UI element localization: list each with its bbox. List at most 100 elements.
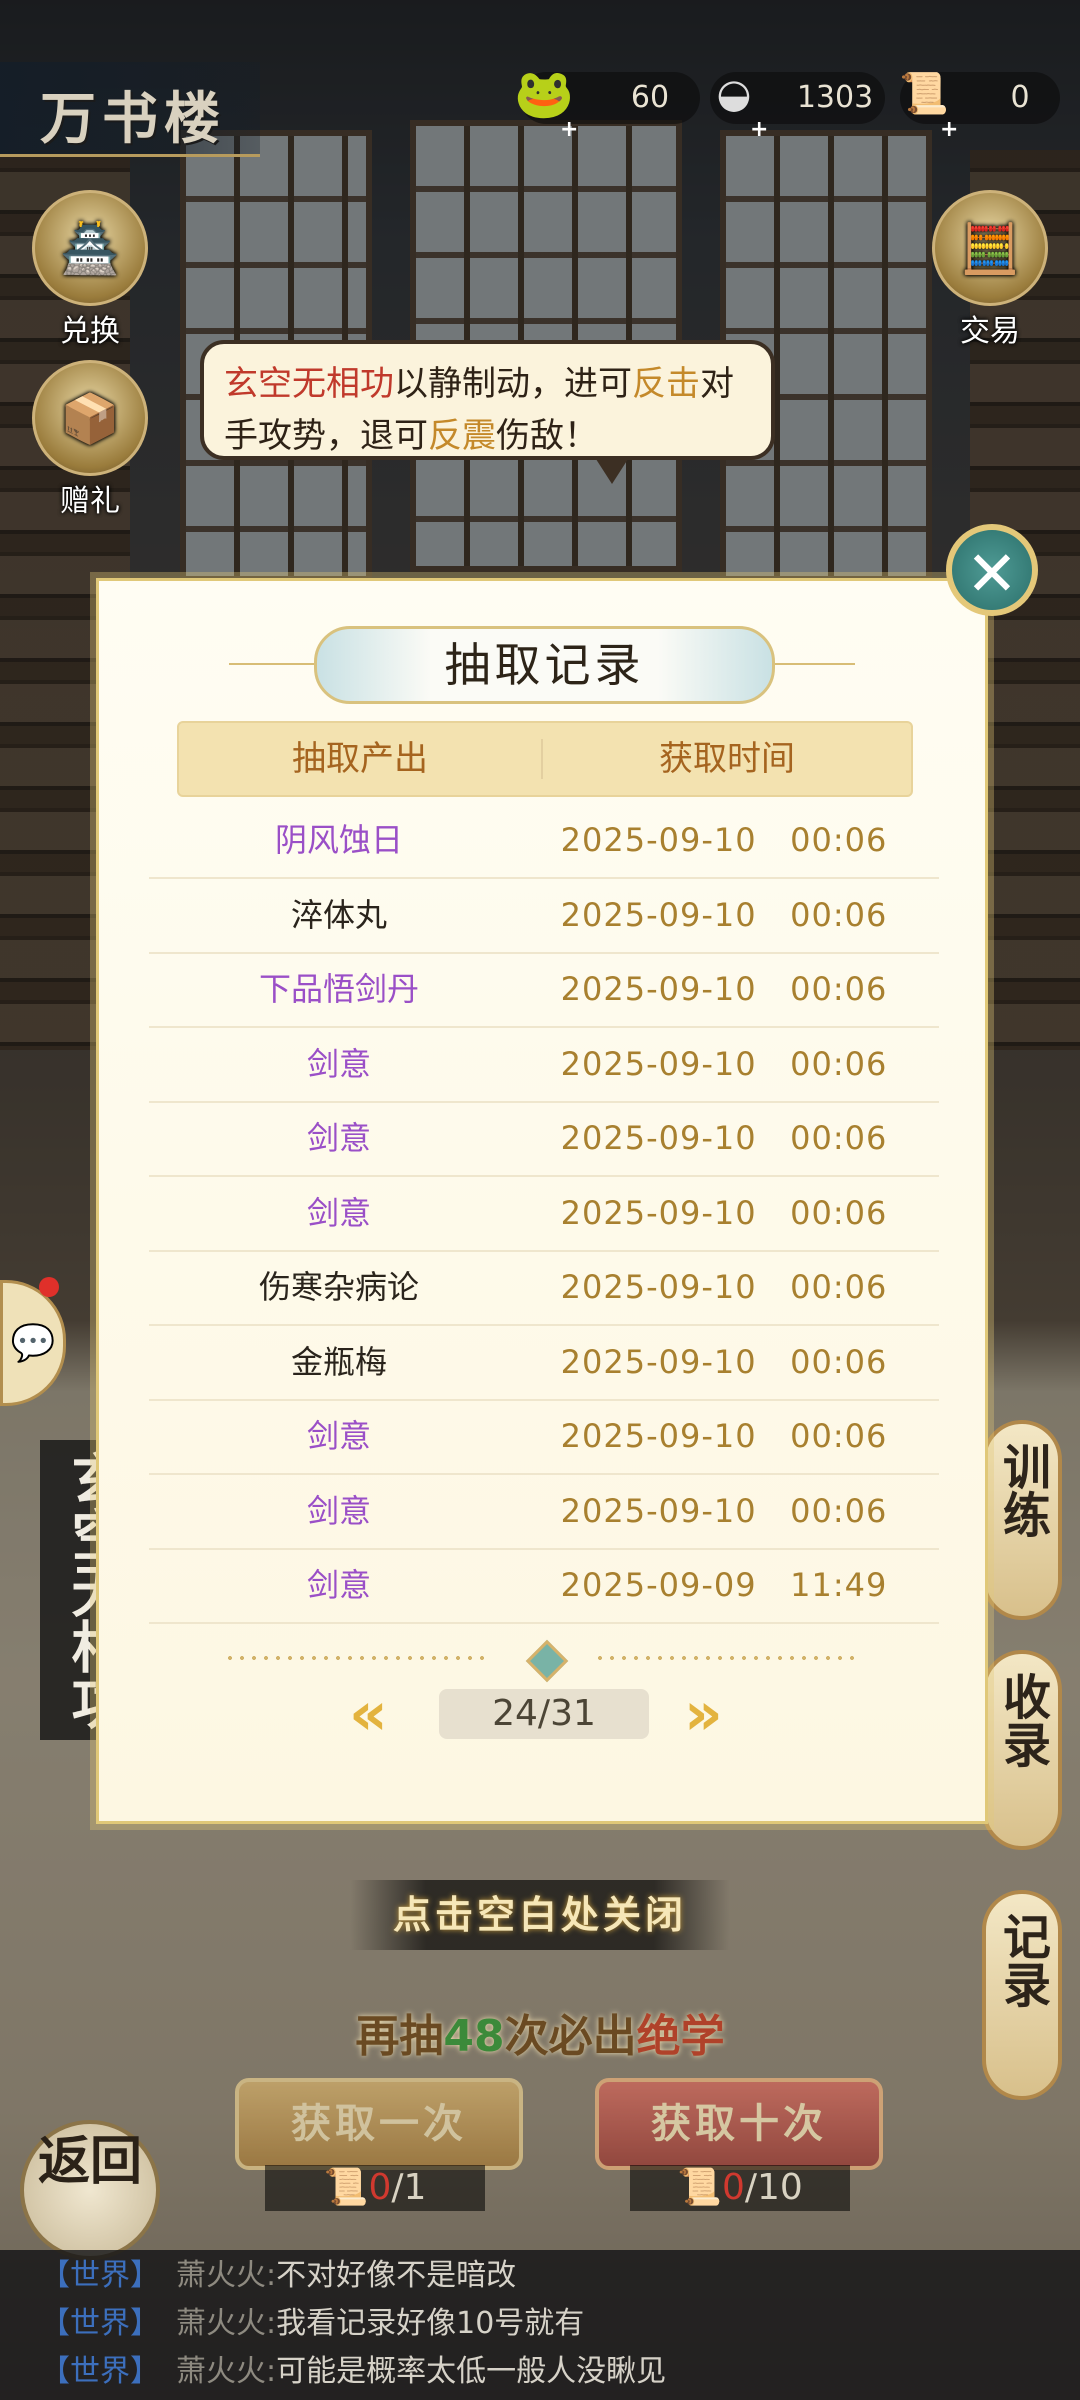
page-indicator: 24/31 xyxy=(439,1689,649,1739)
draw-once-button[interactable]: 获取一次 xyxy=(235,2078,523,2170)
dialog-title: 抽取记录 xyxy=(314,626,775,704)
draw-ten-button[interactable]: 获取十次 xyxy=(595,2078,883,2170)
record-time: 2025-09-10 00:06 xyxy=(560,895,888,934)
resource-book-token-value: 0 xyxy=(1010,80,1030,115)
world-chat-panel[interactable]: 【世界】 萧火火:不对好像不是暗改 【世界】 萧火火:我看记录好像10号就有 【世界… xyxy=(0,2250,1080,2400)
notification-dot xyxy=(39,1277,59,1297)
pity-rare: 绝学 xyxy=(636,2011,725,2062)
record-time: 2025-09-10 00:06 xyxy=(560,1268,888,1306)
abacus-icon: 🧮 xyxy=(932,190,1048,306)
table-row: 剑意 2025-09-10 00:06 xyxy=(149,1101,939,1177)
record-item-name: 下品悟剑丹 xyxy=(258,970,419,1008)
record-item-name: 剑意 xyxy=(306,1491,371,1530)
next-page-icon[interactable]: » xyxy=(684,1684,723,1744)
resource-silver-value: 1303 xyxy=(796,80,874,115)
resource-silver[interactable]: ◒ + 1303 xyxy=(710,71,885,142)
prev-page-icon[interactable]: « xyxy=(349,1684,388,1744)
resource-book-token[interactable]: 📜 + 0 xyxy=(899,71,1060,142)
record-time: 2025-09-09 11:49 xyxy=(560,1566,888,1604)
table-row: 剑意 2025-09-10 00:06 xyxy=(149,1474,939,1550)
record-time: 2025-09-10 00:06 xyxy=(560,1044,888,1083)
chat-text: 不对好像不是暗改 xyxy=(276,2258,517,2293)
cost-have: 0 xyxy=(368,2167,392,2208)
title-divider xyxy=(229,663,319,665)
record-item-name: 剑意 xyxy=(306,1417,371,1455)
record-item-name: 剑意 xyxy=(306,1566,371,1604)
title-divider xyxy=(765,663,855,665)
record-item-name: 剑意 xyxy=(306,1119,371,1157)
table-row: 下品悟剑丹 2025-09-10 00:06 xyxy=(149,952,939,1028)
exchange-label: 兑换 xyxy=(60,314,120,349)
record-time: 2025-09-10 00:06 xyxy=(560,1193,888,1232)
table-header: 抽取产出 获取时间 xyxy=(177,721,913,797)
chat-channel: 【世界】 xyxy=(40,2354,160,2389)
table-row: 淬体丸 2025-09-10 00:06 xyxy=(149,878,939,954)
chat-channel: 【世界】 xyxy=(40,2258,160,2293)
pity-counter: 再抽48次必出绝学 xyxy=(330,2000,750,2064)
record-item-name: 剑意 xyxy=(306,1044,371,1083)
table-row: 剑意 2025-09-09 11:49 xyxy=(149,1548,939,1624)
trade-button[interactable]: 🧮 交易 xyxy=(930,190,1050,350)
exchange-button[interactable]: 🏯 兑换 xyxy=(30,190,150,350)
draw-once-cost: 📜0/1 xyxy=(265,2165,485,2211)
bubble-text: 以静制动，进可 xyxy=(394,364,632,404)
draw-ten-cost: 📜0/10 xyxy=(630,2165,850,2211)
table-row: 金瓶梅 2025-09-10 00:06 xyxy=(149,1325,939,1401)
add-icon[interactable]: + xyxy=(750,104,768,156)
gift-icon: 📦 xyxy=(32,360,148,476)
cost-need: /1 xyxy=(391,2167,427,2208)
cost-have: 0 xyxy=(721,2167,745,2208)
record-time: 2025-09-10 00:06 xyxy=(560,1417,888,1455)
skill-speech-bubble: 玄空无相功以静制动，进可反击对手攻势，退可反震伤敌！ xyxy=(200,340,775,484)
keyword-reflect: 反震 xyxy=(428,416,496,456)
dotted-divider xyxy=(594,1656,859,1660)
tab-record-label: 记录 xyxy=(994,1912,1050,2008)
chat-message: 【世界】 萧火火:不对好像不是暗改 xyxy=(40,2252,516,2300)
pity-number: 48 xyxy=(443,2011,505,2062)
tab-train-label: 训练 xyxy=(994,1442,1050,1538)
cost-need: /10 xyxy=(744,2167,803,2208)
record-time: 2025-09-10 00:06 xyxy=(560,1491,888,1530)
table-row: 剑意 2025-09-10 00:06 xyxy=(149,1027,939,1103)
table-row: 伤寒杂病论 2025-09-10 00:06 xyxy=(149,1250,939,1326)
dotted-divider xyxy=(224,1656,484,1660)
add-icon[interactable]: + xyxy=(560,104,578,156)
add-icon[interactable]: + xyxy=(940,104,958,156)
column-header-time: 获取时间 xyxy=(659,739,795,779)
chat-sender: 萧火火: xyxy=(176,2354,277,2389)
chat-icon: 💬 xyxy=(10,1323,56,1364)
skill-name: 玄空无相功 xyxy=(224,364,394,404)
chat-channel: 【世界】 xyxy=(40,2306,160,2341)
record-item-name: 伤寒杂病论 xyxy=(258,1268,419,1306)
close-icon[interactable]: ✕ xyxy=(946,524,1038,616)
trade-label: 交易 xyxy=(960,314,1020,349)
diamond-ornament xyxy=(525,1639,569,1683)
gift-label: 赠礼 xyxy=(60,484,120,519)
chat-text: 我看记录好像10号就有 xyxy=(276,2306,585,2341)
tab-record[interactable]: 记录 xyxy=(982,1890,1062,2100)
pity-middle: 次必出 xyxy=(504,2011,637,2062)
table-row: 剑意 2025-09-10 00:06 xyxy=(149,1176,939,1252)
record-item-name: 金瓶梅 xyxy=(290,1342,387,1381)
record-time: 2025-09-10 00:06 xyxy=(560,1342,888,1381)
chat-message: 【世界】 萧火火:我看记录好像10号就有 xyxy=(40,2300,584,2348)
table-row: 剑意 2025-09-10 00:06 xyxy=(149,1399,939,1475)
location-title-plaque: 万书楼 xyxy=(0,62,260,157)
record-time: 2025-09-10 00:06 xyxy=(560,970,888,1008)
tab-train[interactable]: 训练 xyxy=(982,1420,1062,1620)
chat-message: 【世界】 萧火火:可能是概率太低一般人没瞅见 xyxy=(40,2348,666,2396)
tab-collect-label: 收录 xyxy=(994,1672,1050,1768)
keyword-counter: 反击 xyxy=(632,364,700,404)
tab-collect[interactable]: 收录 xyxy=(982,1650,1062,1850)
back-button[interactable]: 返回 xyxy=(20,2120,160,2260)
pity-prefix: 再抽 xyxy=(355,2011,444,2062)
table-row: 阴风蚀日 2025-09-10 00:06 xyxy=(149,803,939,879)
record-time: 2025-09-10 00:06 xyxy=(560,821,888,859)
chat-sender: 萧火火: xyxy=(176,2258,277,2293)
bubble-text: 伤敌！ xyxy=(496,416,598,456)
column-header-item: 抽取产出 xyxy=(292,739,428,779)
draw-record-dialog: 抽取记录 抽取产出 获取时间 阴风蚀日 2025-09-10 00:06 淬体丸 20… xyxy=(96,578,988,1824)
chat-sender: 萧火火: xyxy=(176,2306,277,2341)
resource-jade[interactable]: 🐸 + 60 xyxy=(514,68,700,142)
gift-button[interactable]: 📦 赠礼 xyxy=(30,360,150,520)
